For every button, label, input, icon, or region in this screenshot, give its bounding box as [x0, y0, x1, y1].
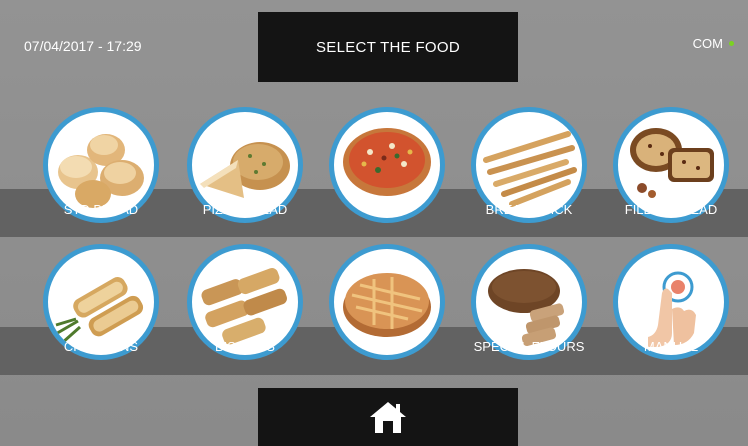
food-label: MANUAL	[643, 339, 699, 354]
page-title: SELECT THE FOOD	[258, 12, 518, 82]
com-status-label: COM	[692, 36, 723, 51]
food-selection-screen: 07/04/2017 - 17:29 SELECT THE FOOD COM S…	[0, 0, 748, 446]
food-button-filled-bread[interactable]: FILLED BREAD	[601, 107, 741, 235]
food-label: CROUTONS	[63, 339, 139, 354]
food-button-pizza[interactable]: PIZZA	[317, 107, 457, 235]
food-label: STD BREAD	[63, 202, 139, 217]
home-button[interactable]	[258, 388, 518, 446]
food-button-bread-stick[interactable]: BREAD STICK	[459, 107, 599, 235]
food-label: BISCUITS	[215, 339, 275, 354]
food-button-pizza-bread[interactable]: PIZZA BREAD	[175, 107, 315, 235]
food-label: BREAD STICK	[485, 202, 573, 217]
food-label: SPECIAL FLOURS	[473, 339, 585, 354]
food-label: PIZZA BREAD	[202, 202, 288, 217]
food-label: PIZZA	[368, 202, 406, 217]
food-button-manual[interactable]: MANUAL	[601, 244, 741, 372]
food-button-std-bread[interactable]: STD BREAD	[31, 107, 171, 235]
food-label: FILLED BREAD	[624, 202, 718, 217]
datetime-display: 07/04/2017 - 17:29	[24, 38, 142, 54]
food-button-special-flours[interactable]: SPECIAL FLOURS	[459, 244, 599, 372]
com-status: COM	[693, 36, 734, 51]
home-icon	[370, 402, 406, 433]
food-label: CAKE	[369, 339, 405, 354]
com-status-indicator-icon	[729, 41, 734, 46]
page-title-text: SELECT THE FOOD	[316, 38, 460, 56]
food-button-biscuits[interactable]: BISCUITS	[175, 244, 315, 372]
food-button-cake[interactable]: CAKE	[317, 244, 457, 372]
food-button-croutons[interactable]: CROUTONS	[31, 244, 171, 372]
